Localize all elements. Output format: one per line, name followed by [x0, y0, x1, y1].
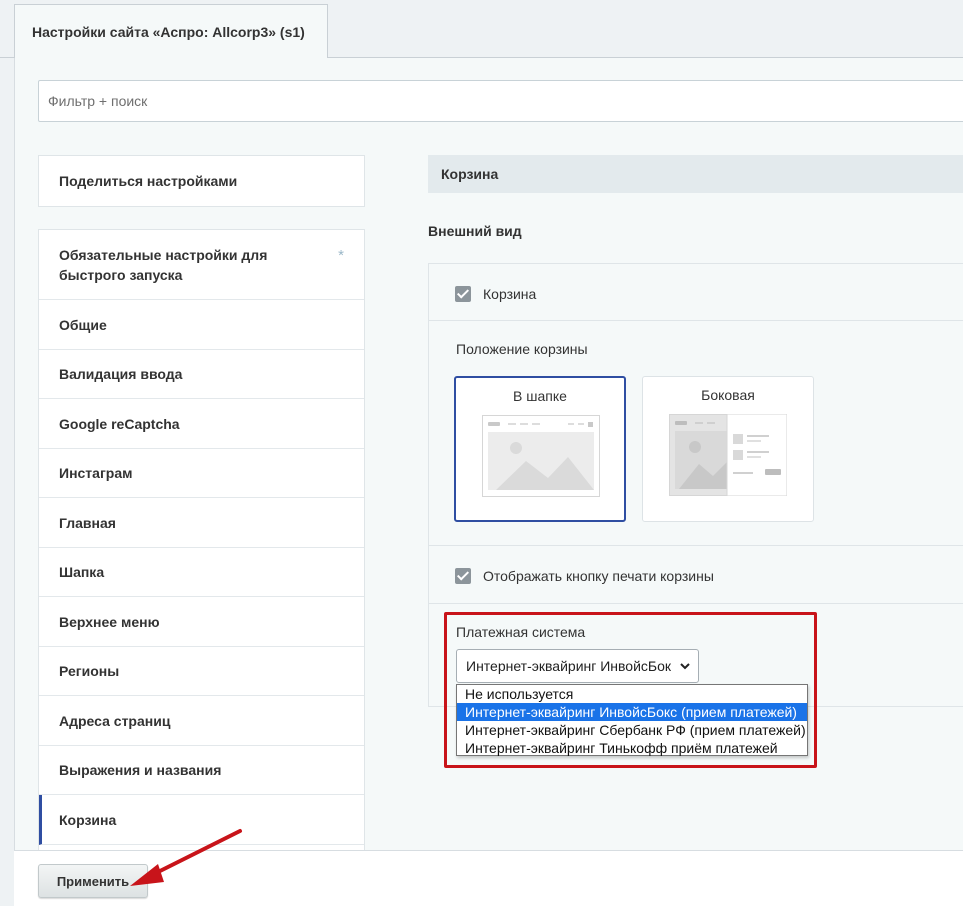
sidebar-item-label: Обязательные настройки для быстрого запу…: [59, 246, 268, 283]
position-option-side[interactable]: Боковая: [642, 376, 814, 522]
sidebar-item-label: Валидация ввода: [59, 366, 183, 382]
section-title: Корзина: [428, 155, 963, 193]
sidebar-item-label: Выражения и названия: [59, 762, 222, 778]
filter-search-input[interactable]: Фильтр + поиск: [38, 80, 963, 122]
sidebar-item-quick-start[interactable]: Обязательные настройки для быстрого запу…: [39, 230, 364, 300]
sidebar-item-label: Инстаграм: [59, 465, 133, 481]
sidebar-item-page-addresses[interactable]: Адреса страниц: [39, 696, 364, 746]
sidebar-item-label: Шапка: [59, 564, 105, 580]
tab-bar: Настройки сайта «Аспро: Allcorp3» (s1): [0, 0, 963, 59]
basket-position-label: Положение корзины: [456, 341, 588, 357]
basket-checkbox-row[interactable]: Корзина: [455, 286, 536, 302]
sidebar-item-general[interactable]: Общие: [39, 300, 364, 350]
red-arrow-icon: [130, 829, 242, 886]
required-star-icon: *: [338, 247, 344, 264]
share-settings-button[interactable]: Поделиться настройками: [38, 155, 365, 207]
print-basket-checkbox[interactable]: [455, 568, 471, 584]
sidebar-item-label: Регионы: [59, 663, 120, 679]
sidebar-item-regions[interactable]: Регионы: [39, 647, 364, 696]
tab-site-settings[interactable]: Настройки сайта «Аспро: Allcorp3» (s1): [14, 4, 328, 59]
print-checkbox-label: Отображать кнопку печати корзины: [483, 568, 714, 584]
sidebar-item-validation[interactable]: Валидация ввода: [39, 350, 364, 399]
sidebar-item-top-menu[interactable]: Верхнее меню: [39, 597, 364, 647]
position-option-label: В шапке: [513, 388, 567, 404]
sidebar-item-main[interactable]: Главная: [39, 498, 364, 548]
sidebar-item-label: Верхнее меню: [59, 613, 160, 630]
sidebar-item-phrases[interactable]: Выражения и названия: [39, 746, 364, 795]
section-subtitle: Внешний вид: [428, 223, 522, 239]
sidebar-item-label: Адреса страниц: [59, 712, 171, 729]
header-layout-thumbnail-icon: [482, 415, 600, 497]
sidebar-item-label: Главная: [59, 514, 116, 531]
sidebar-item-label: Общие: [59, 316, 107, 333]
sidebar-item-instagram[interactable]: Инстаграм: [39, 449, 364, 498]
highlight-box: [444, 612, 817, 768]
sidebar-item-recaptcha[interactable]: Google reCaptcha: [39, 399, 364, 449]
sidebar-item-header[interactable]: Шапка: [39, 548, 364, 597]
print-checkbox-row[interactable]: Отображать кнопку печати корзины: [455, 568, 714, 584]
settings-sidebar-menu: Обязательные настройки для быстрого запу…: [38, 229, 365, 851]
sidebar-item-label: Google reCaptcha: [59, 415, 180, 432]
sidebar-item-label: Корзина: [59, 811, 117, 828]
basket-checkbox-label: Корзина: [483, 286, 537, 302]
side-layout-thumbnail-icon: [669, 414, 787, 496]
position-option-label: Боковая: [701, 387, 755, 403]
basket-checkbox[interactable]: [455, 286, 471, 302]
position-option-header[interactable]: В шапке: [454, 376, 626, 522]
